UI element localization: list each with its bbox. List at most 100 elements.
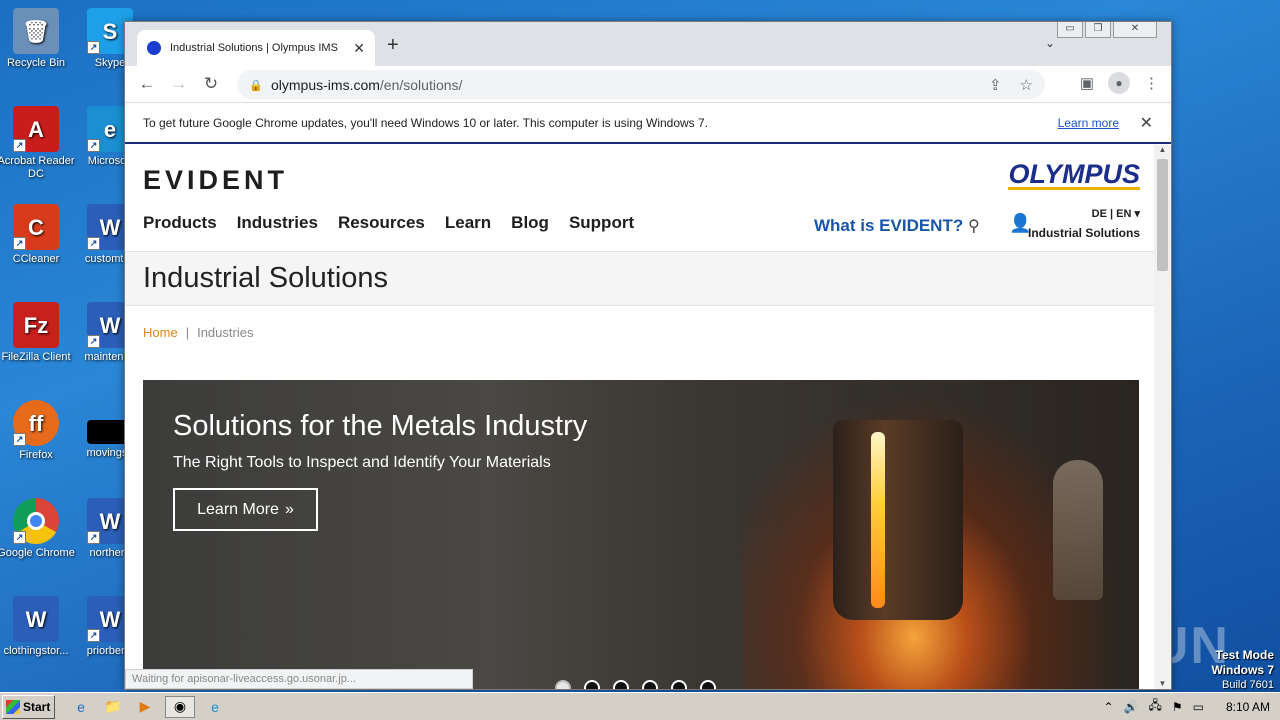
show-hidden-icons-chevron-icon[interactable]: ⌃	[1103, 700, 1113, 714]
taskbar-chrome-icon[interactable]: ◉	[165, 695, 195, 718]
search-icon[interactable]: ⚲	[968, 216, 980, 236]
breadcrumb: Home | Industries	[125, 306, 1155, 358]
clock[interactable]: 8:10 AM	[1226, 700, 1270, 714]
carousel-dot-6[interactable]	[700, 680, 716, 689]
network-icon[interactable]: 🖧	[1148, 696, 1161, 717]
infobar-message: To get future Google Chrome updates, you…	[143, 115, 709, 130]
update-infobar: To get future Google Chrome updates, you…	[125, 102, 1171, 144]
double-chevron-right-icon: »	[284, 500, 294, 518]
scroll-up-arrow-icon[interactable]: ▲	[1154, 145, 1171, 157]
hero-image-ladle	[833, 420, 963, 620]
loading-status-bubble: Waiting for apisonar-liveaccess.go.usona…	[125, 669, 473, 689]
nav-item-blog[interactable]: Blog	[511, 213, 549, 233]
ccleaner-icon: C ↗	[13, 204, 59, 250]
chrome-menu-icon[interactable]: ⋮	[1144, 74, 1159, 92]
hero-learn-more-button[interactable]: Learn More »	[173, 488, 318, 531]
breadcrumb-current: Industries	[197, 324, 254, 340]
carousel-dot-1[interactable]	[555, 680, 571, 689]
desktop-icon-acrobat[interactable]: A ↗ Acrobat Reader DC	[0, 106, 76, 181]
evident-logo[interactable]: EVIDENT	[143, 165, 288, 196]
hero-cta-label: Learn More	[197, 500, 279, 518]
bookmark-star-icon[interactable]: ☆	[1020, 76, 1033, 94]
nav-item-industries[interactable]: Industries	[237, 213, 318, 233]
lock-icon: 🔒	[249, 79, 263, 92]
olympus-logo[interactable]: OLYMPUS	[1008, 161, 1140, 190]
firefox-icon: ff ↗	[13, 400, 59, 446]
file-explorer-icon[interactable]: 📁	[101, 696, 125, 718]
nav-item-resources[interactable]: Resources	[338, 213, 425, 233]
quick-launch: e 📁 ▶ ◉ e	[69, 695, 227, 718]
start-label: Start	[23, 699, 51, 714]
url-host: olympus-ims.com	[271, 76, 380, 93]
desktop-icon-word-doc-4[interactable]: W clothingstor...	[0, 596, 76, 658]
hero-carousel: Solutions for the Metals Industry The Ri…	[143, 380, 1139, 689]
carousel-pagination	[555, 680, 716, 689]
main-nav: Products Industries Resources Learn Blog…	[143, 213, 634, 233]
desktop-icon-filezilla[interactable]: Fz FileZilla Client	[0, 302, 76, 364]
carousel-dot-3[interactable]	[613, 680, 629, 689]
page-scrollbar[interactable]: ▲ ▼	[1154, 145, 1171, 689]
chrome-icon: ↗	[13, 498, 59, 544]
browser-tab-active[interactable]: Industrial Solutions | Olympus IMS ✕	[137, 30, 375, 66]
power-icon[interactable]: ▭	[1193, 700, 1204, 714]
url-path: /en/solutions/	[379, 76, 463, 93]
minimize-button[interactable]: ▭	[1057, 22, 1083, 38]
scroll-down-arrow-icon[interactable]: ▼	[1154, 679, 1171, 689]
desktop-icon-chrome[interactable]: ↗ Google Chrome	[0, 498, 76, 560]
volume-icon[interactable]: 🔊	[1124, 700, 1139, 714]
carousel-dot-4[interactable]	[642, 680, 658, 689]
web-page: EVIDENT OLYMPUS Products Industries Reso…	[125, 145, 1155, 689]
address-bar[interactable]: 🔒 olympus-ims.com/en/solutions/ ⇪ ☆	[237, 70, 1045, 99]
nav-item-learn[interactable]: Learn	[445, 213, 491, 233]
forward-arrow-icon[interactable]: →	[165, 70, 193, 98]
page-title-bar: Industrial Solutions	[125, 252, 1155, 306]
word-document-icon: W	[13, 596, 59, 642]
language-selector[interactable]: DE | EN ▾ Industrial Solutions	[1028, 207, 1140, 240]
desktop-icon-recycle-bin[interactable]: 🗑 Recycle Bin	[0, 8, 76, 70]
infobar-learn-more-link[interactable]: Learn more	[1058, 116, 1119, 130]
infobar-close-icon[interactable]: ✕	[1140, 113, 1153, 133]
hero-title: Solutions for the Metals Industry	[173, 410, 588, 442]
language-options[interactable]: DE | EN ▾	[1028, 207, 1140, 220]
segment-label: Industrial Solutions	[1027, 226, 1140, 240]
scrollbar-thumb[interactable]	[1157, 159, 1168, 271]
site-header: EVIDENT OLYMPUS Products Industries Reso…	[125, 145, 1155, 252]
page-title: Industrial Solutions	[143, 262, 389, 294]
taskbar-edge-icon[interactable]: e	[203, 696, 227, 718]
carousel-dot-5[interactable]	[671, 680, 687, 689]
action-center-flag-icon[interactable]: ⚑	[1172, 700, 1183, 714]
close-window-button[interactable]: ✕	[1113, 22, 1157, 38]
profile-avatar-icon[interactable]: ●	[1108, 72, 1130, 94]
browser-window: Industrial Solutions | Olympus IMS ✕ + ⌄…	[124, 21, 1172, 690]
taskbar: Start e 📁 ▶ ◉ e ⌃ 🔊 🖧 ⚑ ▭ 8:10 AM	[0, 692, 1280, 720]
reload-icon[interactable]: ↻	[197, 70, 225, 98]
share-icon[interactable]: ⇪	[989, 76, 1002, 94]
restore-button[interactable]: ❐	[1085, 22, 1111, 38]
start-button[interactable]: Start	[2, 694, 55, 719]
new-tab-button[interactable]: +	[387, 34, 399, 57]
desktop-icon-ccleaner[interactable]: C ↗ CCleaner	[0, 204, 76, 266]
media-player-icon[interactable]: ▶	[133, 696, 157, 718]
tab-search-chevron-icon[interactable]: ⌄	[1045, 36, 1055, 50]
system-tray: ⌃ 🔊 🖧 ⚑ ▭ 8:10 AM	[1103, 696, 1280, 717]
nav-item-products[interactable]: Products	[143, 213, 217, 233]
back-arrow-icon[interactable]: ←	[133, 70, 161, 98]
breadcrumb-separator: |	[185, 324, 190, 340]
tab-title: Industrial Solutions | Olympus IMS	[170, 42, 338, 54]
window-controls: ▭ ❐ ✕	[1057, 22, 1157, 38]
side-panel-icon[interactable]: ▣	[1080, 74, 1094, 92]
filezilla-icon: Fz	[13, 302, 59, 348]
browser-toolbar: ← → ↻ 🔒 olympus-ims.com/en/solutions/ ⇪ …	[125, 66, 1171, 102]
breadcrumb-home-link[interactable]: Home	[143, 325, 178, 340]
tab-strip: Industrial Solutions | Olympus IMS ✕ + ⌄…	[125, 22, 1171, 66]
nav-item-support[interactable]: Support	[569, 213, 634, 233]
internet-explorer-icon[interactable]: e	[69, 696, 93, 718]
acrobat-icon: A ↗	[13, 106, 59, 152]
what-is-evident-link[interactable]: What is EVIDENT?	[814, 216, 963, 236]
desktop-icon-firefox[interactable]: ff ↗ Firefox	[0, 400, 76, 462]
site-favicon-icon	[147, 41, 161, 55]
hero-image-worker	[1053, 460, 1103, 600]
hero-image-pour	[871, 432, 885, 608]
carousel-dot-2[interactable]	[584, 680, 600, 689]
close-tab-icon[interactable]: ✕	[353, 40, 365, 57]
